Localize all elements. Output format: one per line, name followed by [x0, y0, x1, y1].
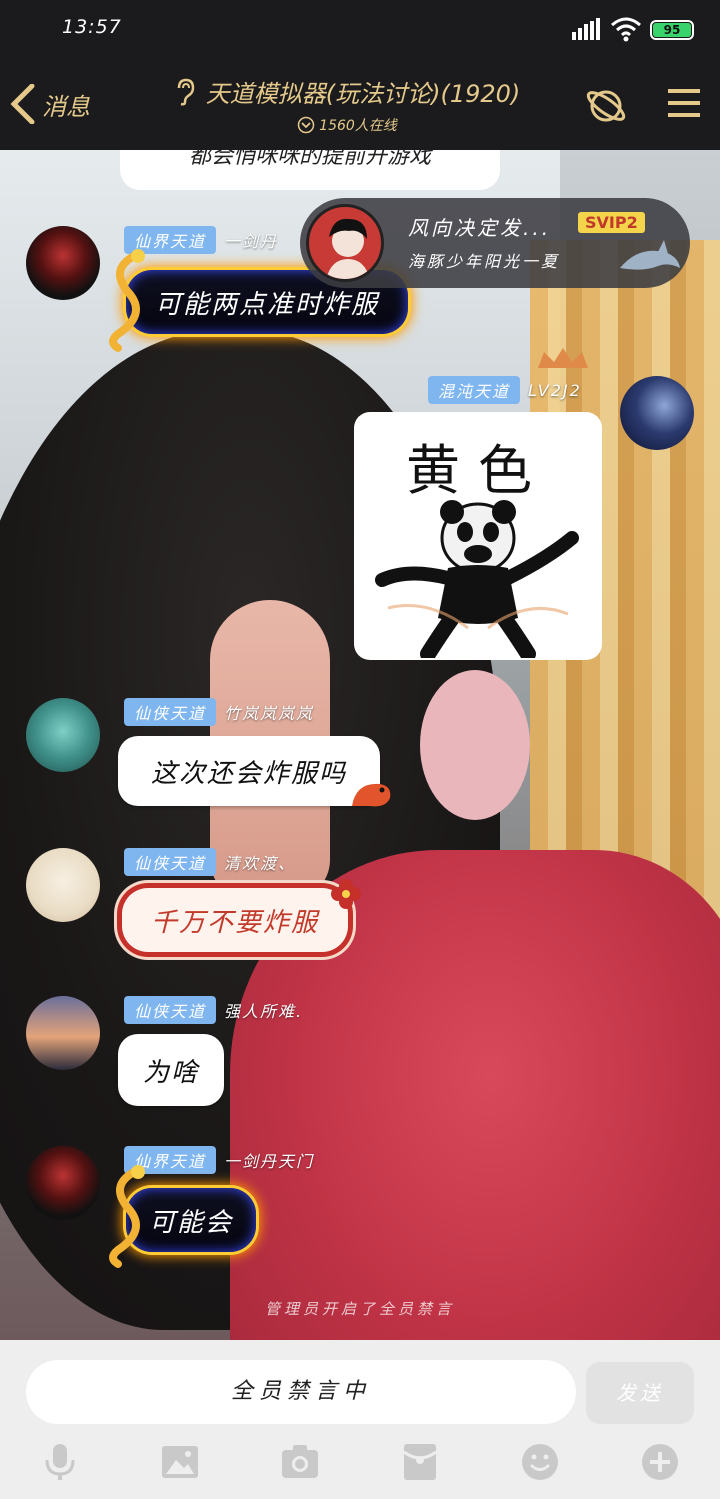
rank-tag: 仙侠天道 — [124, 996, 217, 1024]
banner-title: 风向决定发... — [408, 216, 552, 240]
message-bubble[interactable]: 为啥 — [118, 1034, 224, 1106]
battery-indicator: 95 — [650, 20, 694, 40]
dolphin-icon — [620, 240, 680, 270]
group-title: 天道模拟器(玩法讨论)(1920) — [205, 80, 521, 108]
avatar[interactable] — [26, 848, 100, 922]
entry-banner[interactable]: 风向决定发... SVIP2 海豚少年阳光一夏 — [300, 198, 690, 288]
camera-icon[interactable] — [280, 1442, 320, 1482]
rank-tag: 混沌天道 — [428, 376, 521, 404]
status-time: 13:57 — [62, 16, 122, 38]
avatar[interactable] — [26, 698, 100, 772]
message-input[interactable]: 全员禁言中 — [26, 1360, 576, 1424]
sticker-image[interactable]: 黄色 — [354, 412, 602, 660]
wifi-icon — [611, 17, 641, 42]
status-bar: 13:57 95 — [0, 0, 720, 60]
avatar[interactable] — [620, 376, 694, 450]
sender-nickname: 一剑丹 — [224, 232, 279, 251]
red-packet-icon[interactable] — [400, 1442, 440, 1482]
banner-avatar — [306, 204, 384, 282]
svip-badge: SVIP2 — [578, 212, 645, 233]
dragon-decoration-icon — [109, 249, 145, 352]
sender-name-row: 混沌天道 LV2J2 — [428, 376, 582, 404]
sender-name-row: 仙侠天道 竹岚岚岚岚 — [124, 698, 314, 726]
sticker-caption: 黄色 — [406, 439, 550, 502]
plus-icon[interactable] — [640, 1442, 680, 1482]
back-button[interactable]: 消息 — [10, 84, 90, 124]
rank-tag: 仙侠天道 — [124, 848, 217, 876]
group-title-area[interactable]: 天道模拟器(玩法讨论)(1920) 1560人在线 — [132, 74, 562, 135]
sender-name-row: 仙侠天道 强人所难. — [124, 996, 303, 1024]
avatar[interactable] — [26, 996, 100, 1070]
chevron-circle-down-icon — [297, 116, 315, 134]
shrimp-decoration-icon — [352, 783, 391, 807]
chat-header: 消息 天道模拟器(玩法讨论)(1920) 1560人在线 — [0, 60, 720, 150]
sender-nickname: 清欢渡、 — [224, 854, 297, 873]
image-icon[interactable] — [160, 1442, 200, 1482]
chevron-left-icon — [10, 84, 35, 124]
battery-level: 95 — [653, 23, 691, 37]
back-label: 消息 — [42, 92, 90, 121]
online-count: 1560人在线 — [319, 118, 397, 134]
crown-decoration-icon — [538, 348, 588, 368]
background-mask — [420, 670, 530, 820]
sender-nickname: 一剑丹天门 — [224, 1152, 315, 1171]
sender-nickname: LV2J2 — [528, 380, 582, 400]
dragon-decoration-icon — [109, 1165, 145, 1268]
sender-name-row: 仙侠天道 清欢渡、 — [124, 848, 296, 876]
banner-subtitle: 海豚少年阳光一夏 — [408, 252, 561, 271]
flower-decoration-icon — [331, 879, 361, 909]
microphone-icon[interactable] — [40, 1442, 80, 1482]
ear-icon — [177, 78, 194, 105]
sender-nickname: 强人所难. — [224, 1002, 304, 1021]
partial-message-bubble[interactable]: 都会悄咪咪的提前开游戏 — [120, 150, 500, 190]
rank-tag: 仙侠天道 — [124, 698, 217, 726]
menu-icon[interactable] — [666, 86, 702, 120]
portrait-illustration — [326, 218, 370, 279]
system-notice: 管理员开启了全员禁言 — [264, 1300, 455, 1318]
message-bubble[interactable]: 千万不要炸服 — [122, 888, 348, 952]
avatar[interactable] — [26, 1146, 100, 1220]
avatar[interactable] — [26, 226, 100, 300]
emoji-icon[interactable] — [520, 1442, 560, 1482]
panda-meme-illustration — [375, 500, 579, 658]
send-button[interactable]: 发送 — [586, 1362, 694, 1424]
planet-icon[interactable] — [584, 84, 628, 128]
signal-icon — [572, 18, 600, 40]
input-bar: 全员禁言中 发送 — [0, 1340, 720, 1499]
message-bubble[interactable]: 这次还会炸服吗 — [118, 736, 380, 806]
sender-nickname: 竹岚岚岚岚 — [224, 704, 315, 723]
